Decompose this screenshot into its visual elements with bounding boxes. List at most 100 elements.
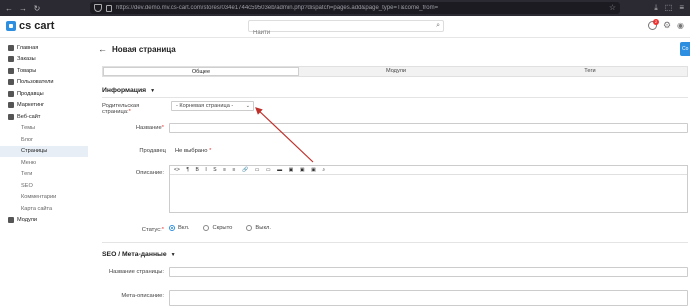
editor-tool-button[interactable]: ▣ [300,167,305,174]
sidebar-item[interactable]: Главная [0,42,88,54]
divider [102,97,688,98]
sidebar-item[interactable]: Маркетинг [0,100,88,112]
editor-tool-button[interactable]: 🔗 [242,167,248,174]
seo-section-title[interactable]: SEO / Мета-данные ▼ [102,251,176,258]
sidebar-item-label: Товары [17,67,37,74]
address-bar[interactable]: https://dev.demo.mv.cs-cart.com/stores/0… [90,2,620,14]
radio-off[interactable] [246,225,253,231]
sidebar-item[interactable]: Веб-сайт [0,111,88,123]
sidebar-item[interactable]: Карта сайта [0,203,88,215]
menu-section-icon [8,79,14,86]
editor-tool-button[interactable]: B [196,167,199,174]
search-icon[interactable]: ⌕ [436,22,440,30]
editor-tool-button[interactable]: ≡ [233,167,236,174]
parent-page-select[interactable]: - Корневая страница - ⌄ [171,101,254,111]
vendor-value-text: Не выбрано [175,148,208,154]
sidebar-item[interactable]: SEO [0,180,88,192]
sidebar-item[interactable]: Теги [0,169,88,181]
editor-tool-button[interactable]: ▭ [255,167,260,174]
tab-tags[interactable]: Теги [493,67,687,76]
vendor-value[interactable]: Не выбрано * [175,148,211,154]
status-label-text: Статус: [141,227,162,233]
parent-page-label: Родительская страница:* [102,103,140,115]
sidebar-item[interactable]: Блог [0,134,88,146]
parent-page-label-text: Родительская страница: [102,103,140,115]
admin-topbar: cs cart ⌕ 2 ⚙ ◉ [0,16,690,38]
sidebar-item[interactable]: Меню [0,157,88,169]
reload-icon[interactable]: ↻ [32,4,42,13]
menu-section-icon [8,44,14,51]
radio-hidden[interactable] [203,225,210,231]
user-icon[interactable]: ◉ [677,21,684,30]
logo-text: cs cart [19,20,55,32]
editor-tool-button[interactable]: ▣ [289,167,294,174]
menu-icon[interactable]: ≡ [679,3,684,13]
forward-nav-icon[interactable]: → [18,4,28,13]
info-section-title[interactable]: Информация ▼ [102,87,155,94]
meta-description-label: Мета-описание: [121,293,164,299]
editor-tool-button[interactable]: ≡ [223,167,226,174]
editor-tool-button[interactable]: ▬ [277,167,282,174]
editor-tool-button[interactable]: ⌕ [322,167,325,174]
tab-addons[interactable]: Модули [299,67,493,76]
status-option-on[interactable]: Вкл. [169,225,189,231]
info-section-title-text: Информация [102,87,147,94]
shield-icon [94,4,102,12]
sidebar-item[interactable]: Страницы [0,145,88,157]
description-editor[interactable]: <> ¶ B I S ≡ ≡ 🔗 ▭ ▭ ▬ ▣ ▣ ▣ ⌕ [169,165,688,213]
sidebar-item-label: Меню [21,159,37,166]
page-title-input[interactable] [169,267,688,277]
logo-icon [6,21,16,31]
sidebar-item[interactable]: Пользователи [0,77,88,89]
save-button[interactable]: Со [680,42,690,56]
name-label-text: Название [135,125,162,131]
editor-tool-button[interactable]: ▭ [266,167,271,174]
sidebar-item[interactable]: Продавцы [0,88,88,100]
editor-tool-button[interactable]: I [205,167,206,174]
menu-section-icon [8,113,14,120]
divider [102,242,688,243]
star-icon[interactable]: ☆ [609,3,616,12]
gear-icon[interactable]: ⚙ [663,21,671,30]
editor-tool-button[interactable]: ▣ [311,167,316,174]
parent-page-value: - Корневая страница - [176,103,234,109]
editor-toolbar: <> ¶ B I S ≡ ≡ 🔗 ▭ ▭ ▬ ▣ ▣ ▣ ⌕ [170,166,687,175]
back-arrow-icon[interactable]: ← [98,44,107,54]
logo[interactable]: cs cart [6,20,54,32]
vendor-label: Продавец [139,148,166,154]
sidebar-item-label: Комментарии [21,194,57,201]
sidebar-item[interactable]: Темы [0,123,88,135]
name-label: Название* [135,125,164,131]
meta-description-input[interactable] [169,290,688,306]
tab-general[interactable]: Общее [103,67,299,76]
radio-on[interactable] [169,225,175,231]
editor-tool-button[interactable]: ¶ [186,167,189,174]
sidebar-item-label: Веб-сайт [17,113,41,120]
tabs: Общее Модули Теги [102,66,688,77]
menu-section-icon [8,67,14,74]
editor-tool-button[interactable]: S [213,167,216,174]
sidebar-item-label: Модули [17,217,38,224]
lock-icon [106,4,112,12]
sidebar-item-label: Маркетинг [17,102,45,109]
sidebar-item[interactable]: Модули [0,215,88,227]
page-title-label: Название страницы: [108,269,164,275]
downloads-icon[interactable]: ⤓ [654,3,658,13]
status-option-hidden[interactable]: Скрыто [203,225,232,231]
search-input[interactable] [249,28,429,38]
sidebar-item-label: Заказы [17,56,36,63]
notifications-icon[interactable]: 2 [647,19,659,30]
editor-tool-button[interactable]: <> [174,167,180,174]
sidebar-item-label: SEO [21,182,33,189]
status-option-off[interactable]: Выкл. [246,225,271,231]
back-nav-icon[interactable]: ← [4,4,14,13]
sidebar-item-label: Пользователи [17,79,54,86]
sidebar-item[interactable]: Комментарии [0,192,88,204]
sidebar-item[interactable]: Заказы [0,54,88,66]
extensions-icon[interactable]: ⬚ [665,3,673,13]
sidebar-item[interactable]: Товары [0,65,88,77]
sidebar-item-label: Главная [17,44,39,51]
url-text: https://dev.demo.mv.cs-cart.com/stores/0… [116,5,439,11]
name-input[interactable] [169,123,688,133]
search-box[interactable]: ⌕ [248,20,444,38]
